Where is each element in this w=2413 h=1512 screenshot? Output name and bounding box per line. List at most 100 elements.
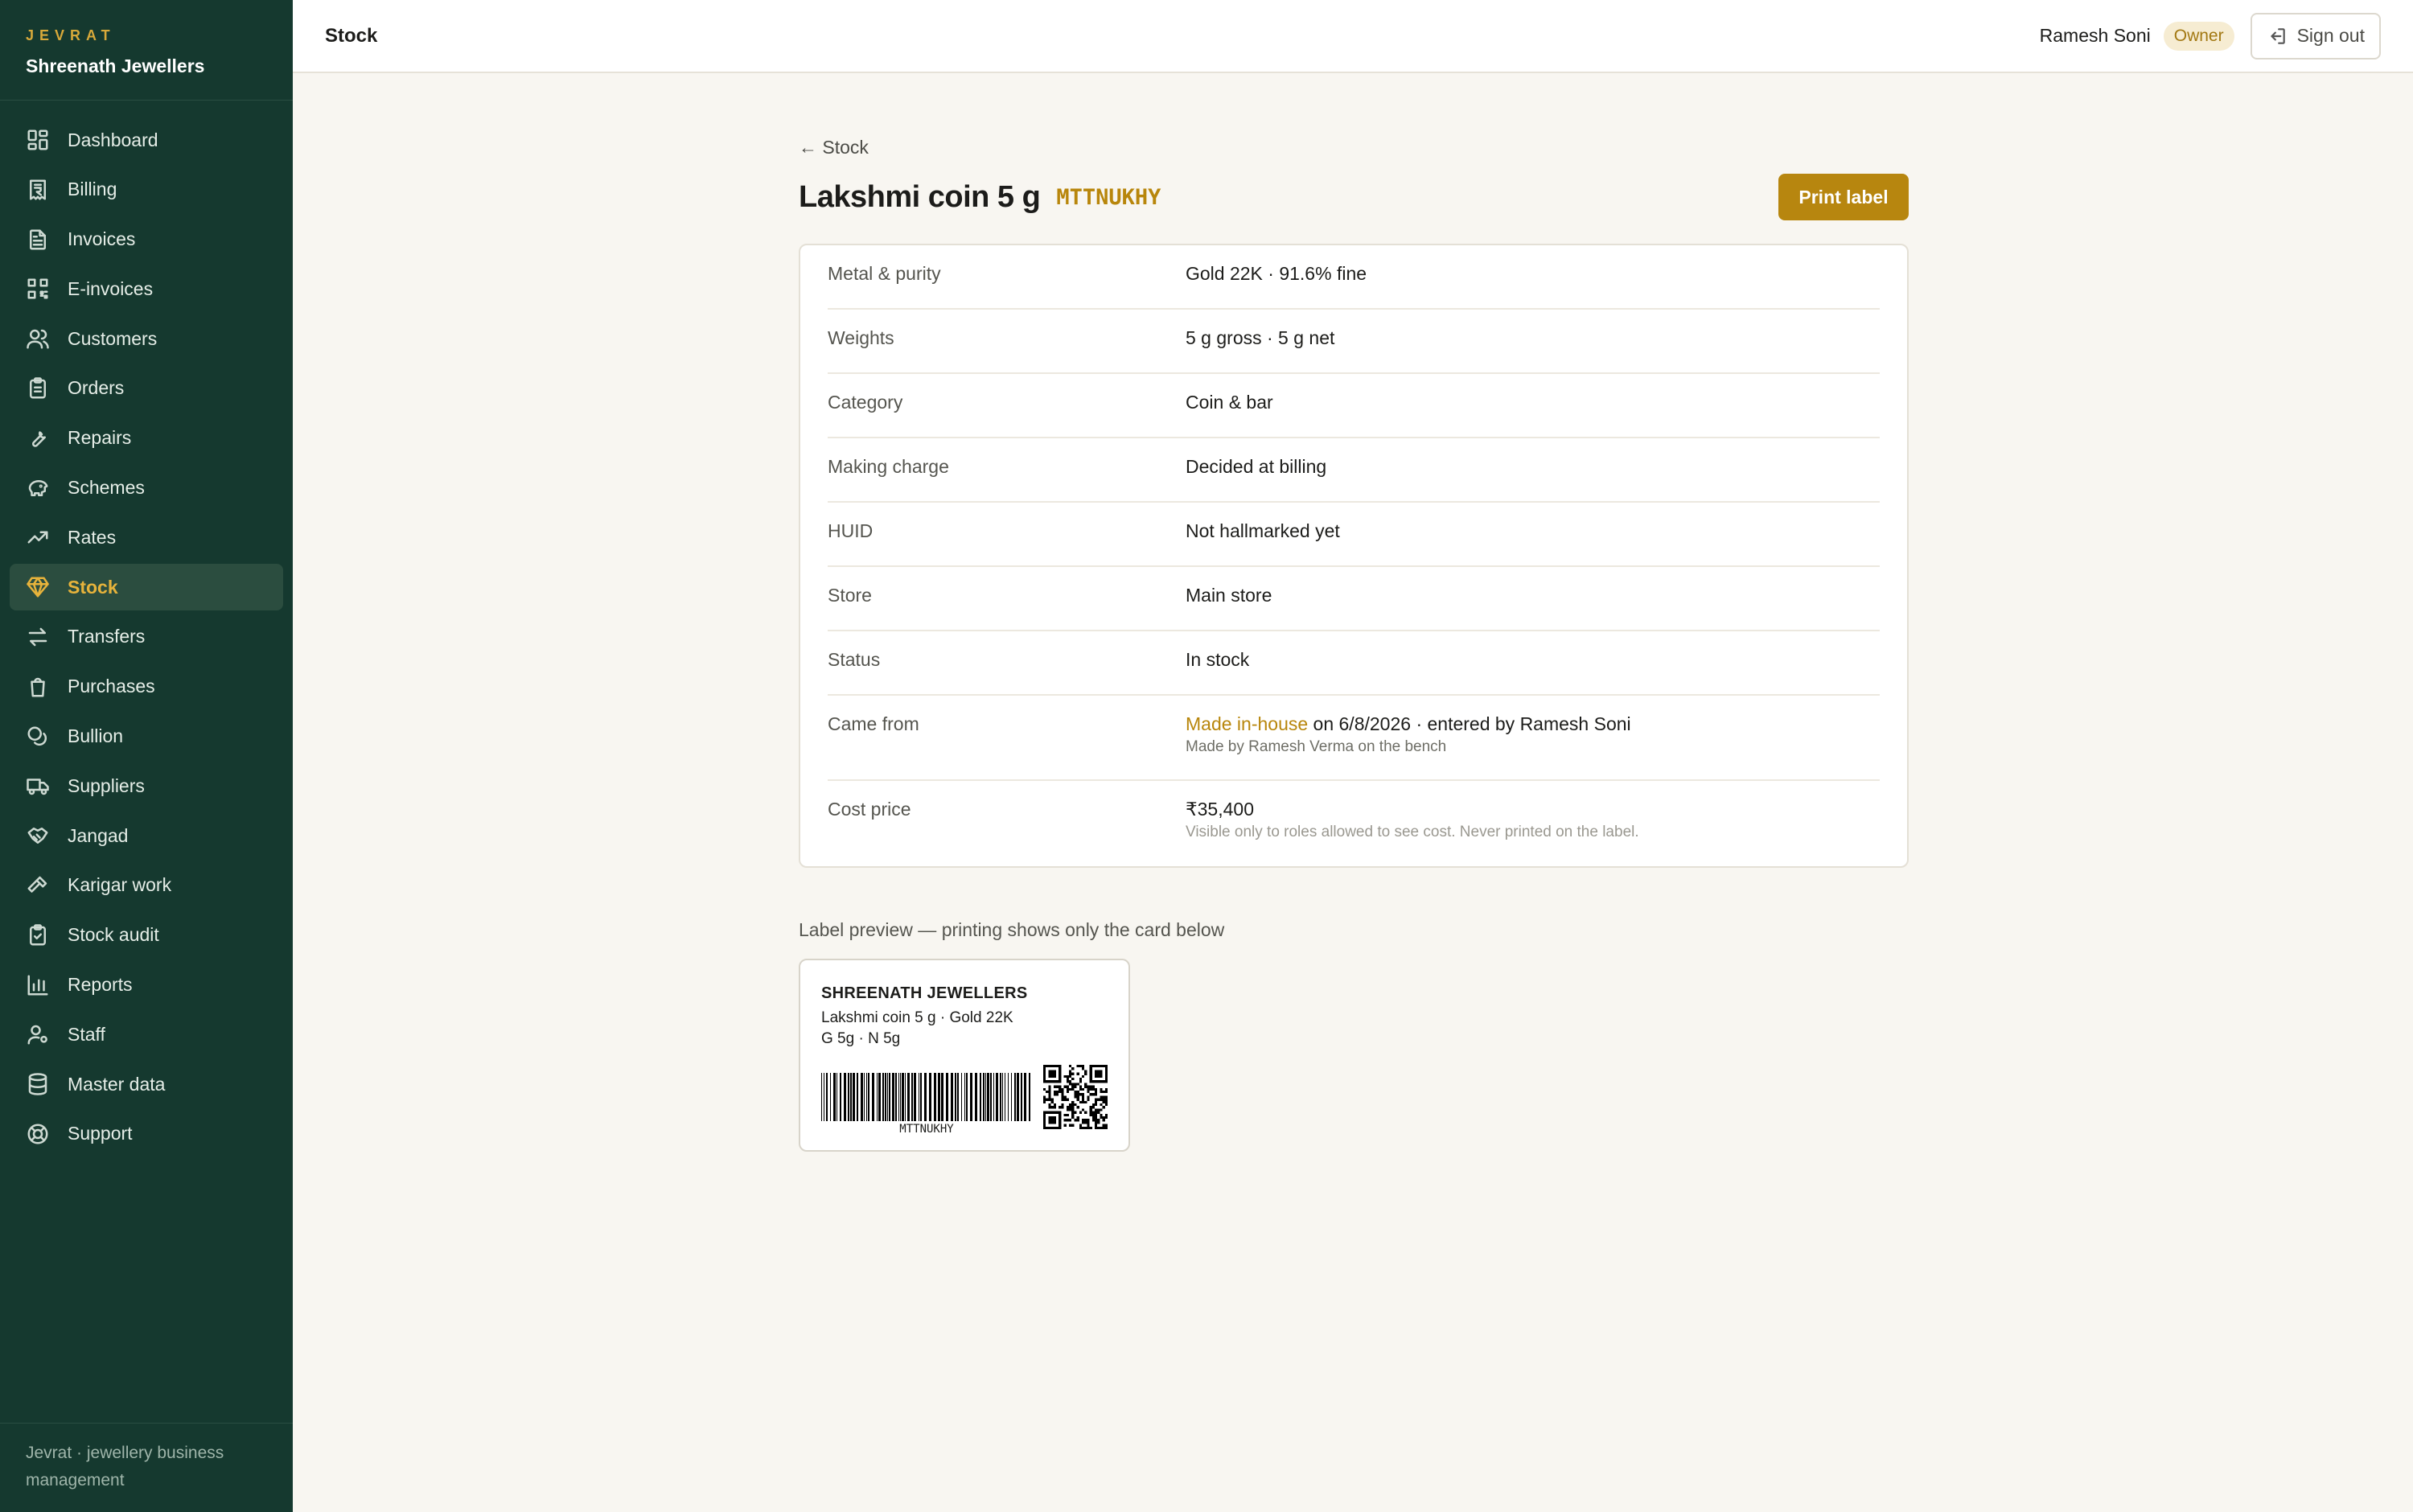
- label-preview-caption: Label preview — printing shows only the …: [799, 919, 1225, 940]
- sidebar-item-invoices[interactable]: Invoices: [10, 216, 283, 263]
- role-badge: Owner: [2163, 21, 2234, 51]
- sidebar-nav: Dashboard Billing Invoices E-invoices Custom…: [0, 101, 293, 1157]
- gem-icon: [26, 575, 50, 599]
- topbar-title: Stock: [325, 24, 378, 47]
- source-link[interactable]: Made in-house: [1186, 713, 1308, 734]
- sidebar-item-billing[interactable]: Billing: [10, 166, 283, 213]
- sidebar-item-label: Billing: [68, 179, 117, 200]
- detail-value: Decided at billing: [1186, 456, 1327, 477]
- sign-out-label: Sign out: [2296, 25, 2365, 46]
- detail-value: In stock: [1186, 649, 1250, 670]
- sidebar-item-master-data[interactable]: Master data: [10, 1061, 283, 1107]
- sidebar-item-label: Stock: [68, 576, 118, 598]
- sidebar-item-jangad[interactable]: Jangad: [10, 812, 283, 859]
- sidebar-footer: Jevrat · jewellery business management: [0, 1423, 293, 1512]
- detail-value: Coin & bar: [1186, 392, 1273, 413]
- sidebar-item-reports[interactable]: Reports: [10, 962, 283, 1009]
- detail-value: Main store: [1186, 585, 1272, 606]
- detail-label: Metal & purity: [828, 263, 941, 284]
- detail-value: Gold 22K · 91.6% fine: [1186, 263, 1367, 284]
- sidebar-item-e-invoices[interactable]: E-invoices: [10, 265, 283, 312]
- detail-label: Category: [828, 392, 903, 413]
- sidebar-item-purchases[interactable]: Purchases: [10, 664, 283, 710]
- detail-value: Not hallmarked yet: [1186, 520, 1340, 541]
- truck-icon: [26, 774, 50, 798]
- sidebar-item-suppliers[interactable]: Suppliers: [10, 762, 283, 809]
- sidebar-item-label: Master data: [68, 1073, 166, 1095]
- print-label-button[interactable]: Print label: [1778, 174, 1909, 220]
- sidebar-item-orders[interactable]: Orders: [10, 365, 283, 412]
- sidebar-item-label: Stock audit: [68, 924, 159, 946]
- clipboard-check-icon: [26, 923, 50, 947]
- sidebar-item-stock-audit[interactable]: Stock audit: [10, 912, 283, 959]
- detail-row-status: Status In stock: [828, 631, 1880, 696]
- detail-value: 5 g gross · 5 g net: [1186, 327, 1335, 348]
- sidebar-item-label: Customers: [68, 327, 158, 349]
- detail-row-cost-price: Cost price ₹35,400 Visible only to roles…: [828, 781, 1880, 866]
- sidebar-item-label: Staff: [68, 1023, 105, 1045]
- details-card: Metal & purity Gold 22K · 91.6% fine Weigh…: [799, 244, 1909, 868]
- rupee-receipt-icon: [26, 178, 50, 202]
- sidebar-item-label: Suppliers: [68, 774, 145, 796]
- sidebar: JEVRAT Shreenath Jewellers Dashboard Bill…: [0, 0, 293, 1512]
- barcode-icon: [821, 1073, 1030, 1121]
- detail-label: Cost price: [828, 799, 911, 820]
- sidebar-item-dashboard[interactable]: Dashboard: [10, 117, 283, 163]
- wrench-icon: [26, 426, 50, 450]
- shopping-bag-icon: [26, 675, 50, 699]
- label-shop-name: SHREENATH JEWELLERS: [821, 984, 1028, 1002]
- detail-value: ₹35,400: [1186, 799, 1254, 820]
- sidebar-item-label: Transfers: [68, 626, 146, 647]
- sidebar-item-label: Dashboard: [68, 129, 158, 150]
- sidebar-item-support[interactable]: Support: [10, 1111, 283, 1157]
- sidebar-item-label: E-invoices: [68, 277, 154, 299]
- detail-row-weights: Weights 5 g gross · 5 g net: [828, 310, 1880, 374]
- coins-icon: [26, 725, 50, 749]
- detail-row-huid: HUID Not hallmarked yet: [828, 503, 1880, 567]
- clipboard-icon: [26, 376, 50, 401]
- page-title: Lakshmi coin 5 g: [799, 179, 1041, 214]
- sidebar-item-repairs[interactable]: Repairs: [10, 415, 283, 462]
- trend-up-icon: [26, 525, 50, 549]
- user-name: Ramesh Soni: [2039, 25, 2151, 46]
- sidebar-item-karigar-work[interactable]: Karigar work: [10, 862, 283, 909]
- detail-row-category: Category Coin & bar: [828, 374, 1880, 438]
- detail-row-came-from: Came from Made in-house on 6/8/2026 · en…: [828, 696, 1880, 781]
- database-icon: [26, 1072, 50, 1096]
- users-icon: [26, 327, 50, 351]
- sidebar-item-staff[interactable]: Staff: [10, 1011, 283, 1058]
- detail-value: Made in-house on 6/8/2026 · entered by R…: [1186, 713, 1631, 735]
- piggy-bank-icon: [26, 476, 50, 500]
- sidebar-item-transfers[interactable]: Transfers: [10, 614, 283, 660]
- sidebar-item-schemes[interactable]: Schemes: [10, 465, 283, 512]
- qr-grid-icon: [26, 277, 50, 301]
- detail-label: HUID: [828, 520, 874, 541]
- handshake-icon: [26, 824, 50, 848]
- lifebuoy-icon: [26, 1122, 50, 1146]
- detail-subtext: Visible only to roles allowed to see cos…: [1186, 824, 1639, 840]
- detail-subtext: Made by Ramesh Verma on the bench: [1186, 738, 1447, 755]
- sidebar-item-label: Jangad: [68, 824, 129, 846]
- back-to-stock-link[interactable]: ← Stock: [799, 137, 869, 158]
- sign-out-button[interactable]: Sign out: [2250, 12, 2381, 60]
- label-weight-line: G 5g · N 5g: [821, 1030, 901, 1047]
- sidebar-item-label: Repairs: [68, 427, 132, 449]
- hammer-icon: [26, 873, 50, 898]
- sidebar-item-rates[interactable]: Rates: [10, 514, 283, 561]
- sidebar-item-customers[interactable]: Customers: [10, 315, 283, 362]
- sidebar-item-bullion[interactable]: Bullion: [10, 713, 283, 760]
- detail-label: Came from: [828, 713, 919, 734]
- detail-row-store: Store Main store: [828, 567, 1880, 631]
- bar-chart-icon: [26, 973, 50, 997]
- sidebar-item-label: Support: [68, 1123, 133, 1144]
- label-item-line: Lakshmi coin 5 g · Gold 22K: [821, 1009, 1013, 1026]
- sidebar-item-stock[interactable]: Stock: [10, 564, 283, 611]
- detail-label: Store: [828, 585, 872, 606]
- arrows-swap-icon: [26, 625, 50, 649]
- sku-code: MTTNUKHY: [1056, 184, 1161, 210]
- dashboard-icon: [26, 128, 50, 152]
- barcode-text: MTTNUKHY: [899, 1123, 954, 1136]
- sidebar-item-label: Schemes: [68, 477, 145, 499]
- detail-label: Weights: [828, 327, 894, 348]
- sidebar-item-label: Reports: [68, 974, 133, 996]
